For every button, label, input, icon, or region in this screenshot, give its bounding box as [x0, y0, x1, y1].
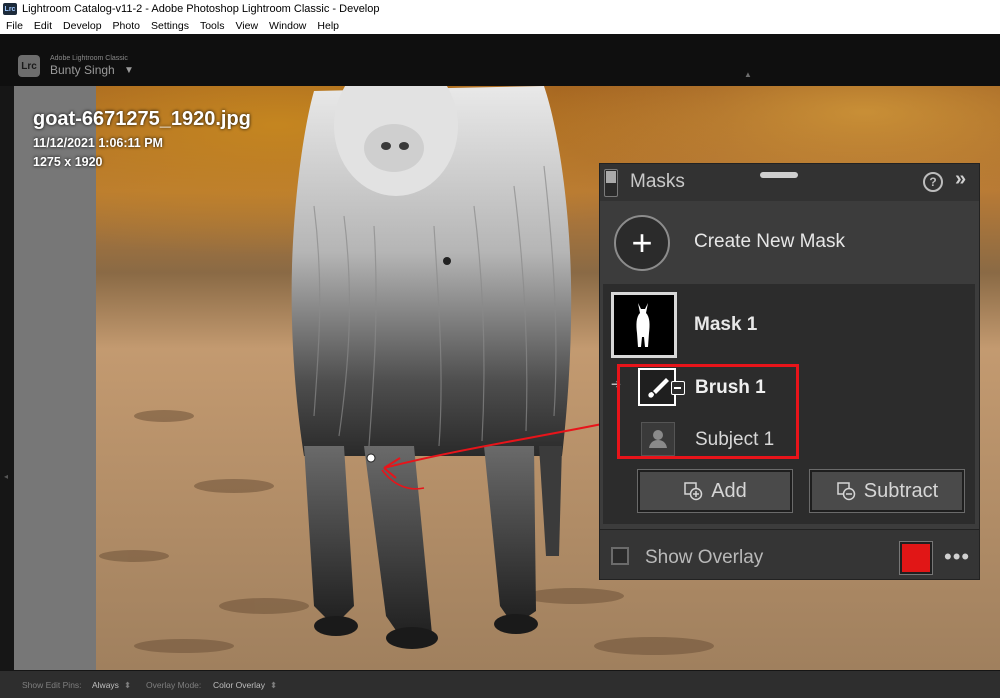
- masks-title: Masks: [630, 171, 685, 192]
- window-title: Lightroom Catalog-v11-2 - Adobe Photosho…: [22, 3, 380, 15]
- goat-silhouette-icon: [614, 295, 674, 355]
- menu-help[interactable]: Help: [311, 20, 344, 32]
- lrc-logo: Lrc: [18, 55, 40, 77]
- menu-develop[interactable]: Develop: [57, 20, 107, 32]
- spinner-icon[interactable]: ⬍: [270, 680, 277, 691]
- title-bar: Lrc Lightroom Catalog-v11-2 - Adobe Phot…: [0, 0, 1000, 18]
- app-icon: Lrc: [3, 3, 17, 15]
- chevron-down-icon[interactable]: ▼: [124, 65, 134, 76]
- create-new-mask-label[interactable]: Create New Mask: [694, 231, 845, 253]
- show-overlay-label[interactable]: Show Overlay: [645, 547, 763, 569]
- show-edit-pins-label: Show Edit Pins:: [22, 680, 82, 690]
- add-button[interactable]: Add: [637, 469, 793, 513]
- menu-file[interactable]: File: [0, 20, 28, 32]
- menu-photo[interactable]: Photo: [107, 20, 145, 32]
- file-date: 11/12/2021 1:06:11 PM: [33, 136, 163, 150]
- add-mask-icon: [684, 482, 703, 501]
- lightroom-window: Lrc Lightroom Catalog-v11-2 - Adobe Phot…: [0, 0, 1000, 698]
- overlay-mode-label: Overlay Mode:: [146, 680, 202, 690]
- panel-toggle-icon[interactable]: [604, 169, 618, 197]
- bottom-toolbar: Show Edit Pins: Always ⬍ Overlay Mode: C…: [0, 670, 1000, 698]
- user-name[interactable]: Bunty Singh: [50, 63, 115, 77]
- spinner-icon[interactable]: ⬍: [124, 680, 131, 691]
- add-label: Add: [711, 479, 747, 502]
- menu-view[interactable]: View: [229, 20, 263, 32]
- menu-window[interactable]: Window: [263, 20, 311, 32]
- more-options-icon[interactable]: •••: [944, 544, 970, 570]
- expand-left-panel-icon[interactable]: ◂: [4, 472, 8, 481]
- file-dimensions: 1275 x 1920: [33, 155, 103, 169]
- menu-settings[interactable]: Settings: [145, 20, 194, 32]
- create-new-mask-row[interactable]: + Create New Mask: [600, 204, 979, 282]
- overlay-mode-select[interactable]: Color Overlay: [213, 680, 265, 690]
- menu-tools[interactable]: Tools: [194, 20, 230, 32]
- brand-name: Adobe Lightroom Classic: [50, 55, 128, 62]
- subtract-mask-icon: [837, 482, 855, 501]
- subtract-label: Subtract: [863, 479, 939, 502]
- subtract-button[interactable]: Subtract: [809, 469, 965, 513]
- mask-thumbnail[interactable]: [611, 292, 677, 358]
- menu-edit[interactable]: Edit: [28, 20, 57, 32]
- show-overlay-checkbox[interactable]: [611, 547, 629, 565]
- overlay-color-swatch[interactable]: [899, 541, 933, 575]
- create-mask-button[interactable]: +: [614, 215, 670, 271]
- masks-panel: Masks ? » + Create New Mask Mask 1 ➔ Bru…: [599, 163, 980, 580]
- masks-panel-header[interactable]: Masks ? »: [600, 164, 979, 201]
- identity-plate: Lrc Adobe Lightroom Classic Bunty Singh …: [0, 34, 1000, 86]
- collapse-top-panel-icon[interactable]: ▲: [744, 70, 752, 79]
- menu-bar: File Edit Develop Photo Settings Tools V…: [0, 18, 1000, 34]
- file-name: goat-6671275_1920.jpg: [33, 108, 251, 130]
- show-edit-pins-select[interactable]: Always: [92, 680, 119, 690]
- annotation-highlight: [617, 364, 799, 459]
- help-icon[interactable]: ?: [923, 172, 943, 192]
- mask-list: Mask 1 ➔ Brush 1 Subject 1 Add Subtract: [603, 284, 975, 524]
- left-panel-edge[interactable]: ◂: [0, 86, 14, 670]
- show-overlay-row: Show Overlay •••: [600, 529, 979, 579]
- drag-handle[interactable]: [760, 172, 798, 178]
- collapse-panel-icon[interactable]: »: [955, 168, 966, 191]
- mask-name[interactable]: Mask 1: [694, 314, 757, 336]
